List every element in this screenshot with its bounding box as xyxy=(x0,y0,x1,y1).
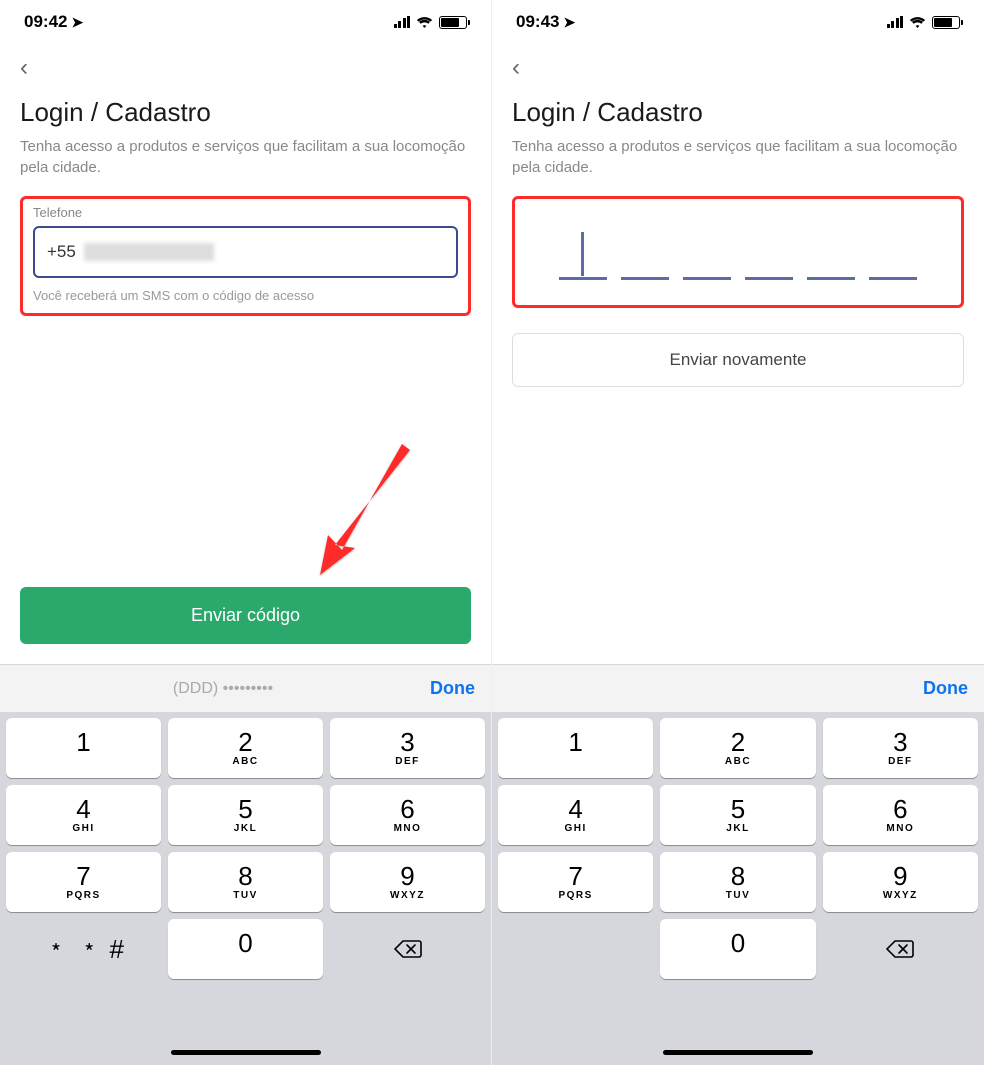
page-subtitle: Tenha acesso a produtos e serviços que f… xyxy=(20,136,471,178)
page-title: Login / Cadastro xyxy=(512,97,964,128)
keypad-key-﹡ ﹡ #[interactable]: ﹡ ﹡ # xyxy=(6,919,161,979)
keypad-key-2[interactable]: 2ABC xyxy=(660,718,815,778)
otp-digit-6[interactable] xyxy=(869,230,917,280)
keypad-key-1[interactable]: 1 xyxy=(498,718,653,778)
otp-digit-5[interactable] xyxy=(807,230,855,280)
keypad-key-0[interactable]: 0 xyxy=(168,919,323,979)
home-indicator[interactable] xyxy=(663,1050,813,1055)
keypad-key-0[interactable]: 0 xyxy=(660,919,815,979)
phone-input[interactable]: +55 xyxy=(33,226,458,278)
wifi-icon xyxy=(416,16,433,29)
phone-screen-left: 09:42 ➤ ‹ Login / Cadastro Tenha acesso … xyxy=(0,0,492,1065)
keypad-key-9[interactable]: 9WXYZ xyxy=(330,852,485,912)
phone-label: Telefone xyxy=(33,205,458,220)
location-icon: ➤ xyxy=(71,14,83,31)
keyboard-toolbar: Done xyxy=(492,664,984,712)
phone-field-highlight: Telefone +55 Você receberá um SMS com o … xyxy=(20,196,471,316)
keyboard-toolbar: (DDD) ••••••••• Done xyxy=(0,664,491,712)
send-code-button[interactable]: Enviar código xyxy=(20,587,471,644)
keyboard-done-button[interactable]: Done xyxy=(923,678,968,699)
otp-digit-1[interactable] xyxy=(559,230,607,280)
back-button[interactable]: ‹ xyxy=(512,54,520,81)
keypad-key-3[interactable]: 3DEF xyxy=(330,718,485,778)
keypad-key-7[interactable]: 7PQRS xyxy=(498,852,653,912)
keypad-key-2[interactable]: 2ABC xyxy=(168,718,323,778)
numeric-keypad: 1 2ABC3DEF 4GHI5JKL6MNO 7PQRS8TUV9WXYZ ﹡ ﹡ … xyxy=(0,712,491,985)
otp-field-highlight xyxy=(512,196,964,308)
otp-digit-2[interactable] xyxy=(621,230,669,280)
keypad-key-9[interactable]: 9WXYZ xyxy=(823,852,978,912)
keypad-key-3[interactable]: 3DEF xyxy=(823,718,978,778)
back-button[interactable]: ‹ xyxy=(20,54,28,81)
keypad-key-6[interactable]: 6MNO xyxy=(330,785,485,845)
keypad-key-6[interactable]: 6MNO xyxy=(823,785,978,845)
keypad-key-5[interactable]: 5JKL xyxy=(168,785,323,845)
keypad-key-8[interactable]: 8TUV xyxy=(660,852,815,912)
home-indicator-area xyxy=(0,985,491,1065)
status-bar: 09:43 ➤ xyxy=(492,0,984,44)
otp-input[interactable] xyxy=(525,205,951,295)
resend-button[interactable]: Enviar novamente xyxy=(512,333,964,387)
phone-number-blurred xyxy=(84,243,214,261)
keypad-key-4[interactable]: 4GHI xyxy=(498,785,653,845)
backspace-key[interactable] xyxy=(823,919,978,979)
phone-screen-right: 09:43 ➤ ‹ Login / Cadastro Tenha acesso … xyxy=(492,0,984,1065)
status-bar: 09:42 ➤ xyxy=(0,0,491,44)
backspace-key[interactable] xyxy=(330,919,485,979)
home-indicator-area xyxy=(492,985,984,1065)
phone-helper: Você receberá um SMS com o código de ace… xyxy=(33,288,458,303)
otp-digit-3[interactable] xyxy=(683,230,731,280)
status-time: 09:42 xyxy=(24,12,67,32)
keypad-key-7[interactable]: 7PQRS xyxy=(6,852,161,912)
signal-icon xyxy=(394,16,411,28)
keyboard-placeholder: (DDD) ••••••••• xyxy=(173,680,273,698)
blank-key xyxy=(498,919,653,979)
wifi-icon xyxy=(909,16,926,29)
battery-icon xyxy=(439,16,467,29)
location-icon: ➤ xyxy=(563,14,575,31)
keypad-key-8[interactable]: 8TUV xyxy=(168,852,323,912)
phone-prefix: +55 xyxy=(47,242,76,262)
keypad-key-5[interactable]: 5JKL xyxy=(660,785,815,845)
keypad-key-1[interactable]: 1 xyxy=(6,718,161,778)
status-time: 09:43 xyxy=(516,12,559,32)
keypad-key-4[interactable]: 4GHI xyxy=(6,785,161,845)
page-subtitle: Tenha acesso a produtos e serviços que f… xyxy=(512,136,964,178)
signal-icon xyxy=(887,16,904,28)
battery-icon xyxy=(932,16,960,29)
otp-digit-4[interactable] xyxy=(745,230,793,280)
home-indicator[interactable] xyxy=(171,1050,321,1055)
numeric-keypad: 1 2ABC3DEF 4GHI5JKL6MNO 7PQRS8TUV9WXYZ0 xyxy=(492,712,984,985)
keyboard-done-button[interactable]: Done xyxy=(430,678,475,699)
page-title: Login / Cadastro xyxy=(20,97,471,128)
